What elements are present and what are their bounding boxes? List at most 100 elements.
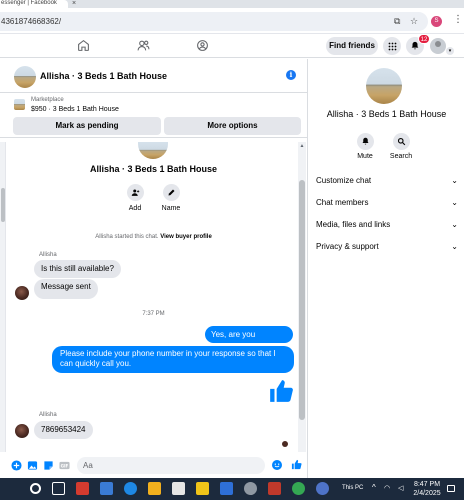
incoming-message[interactable]: 7869653424: [34, 421, 93, 439]
incoming-message[interactable]: Is this still available?: [34, 260, 121, 278]
like-thumbs-up-icon: [268, 378, 294, 404]
notification-center-icon[interactable]: [447, 485, 455, 492]
message-input[interactable]: Aa: [77, 457, 265, 474]
file-explorer-icon[interactable]: [148, 482, 161, 495]
sender-avatar[interactable]: [15, 286, 29, 300]
emoji-icon[interactable]: [272, 460, 282, 470]
taskbar-clock[interactable]: 8:47 PM 2/4/2025: [412, 480, 442, 498]
scroll-up-arrow-icon[interactable]: ▲: [298, 143, 306, 149]
volume-icon[interactable]: ◁: [398, 484, 403, 492]
chevron-down-icon: ⌄: [451, 220, 458, 229]
edge-icon[interactable]: [124, 482, 137, 495]
name-action[interactable]: Name: [161, 184, 181, 212]
conversation-title: Allisha · 3 Beds 1 Bath House: [89, 164, 218, 174]
chat-title[interactable]: Allisha · 3 Beds 1 Bath House: [40, 71, 167, 81]
browser-tab[interactable]: essenger | Facebook: [0, 0, 68, 8]
outgoing-message[interactable]: Yes, are you interested?: [205, 326, 293, 356]
app-red-icon[interactable]: [76, 482, 89, 495]
app-blue-icon[interactable]: [100, 482, 113, 495]
search-circle-icon[interactable]: [30, 483, 41, 494]
app-yellow-icon[interactable]: [196, 482, 209, 495]
search-action[interactable]: Search: [389, 133, 413, 160]
search-icon[interactable]: [392, 133, 410, 150]
mute-action[interactable]: Mute: [353, 133, 377, 160]
plus-circle-icon[interactable]: [11, 460, 22, 471]
app-active-icon[interactable]: [268, 482, 281, 495]
scrollbar-thumb[interactable]: [299, 180, 305, 420]
find-friends-button[interactable]: Find friends: [326, 37, 378, 55]
mute-label: Mute: [357, 153, 373, 160]
menu-grid-icon[interactable]: [383, 37, 401, 55]
account-caret-icon[interactable]: ▾: [446, 47, 454, 55]
mark-as-pending-button[interactable]: Mark as pending: [13, 117, 161, 135]
close-tab-icon[interactable]: ×: [72, 0, 76, 7]
media-files-links-section[interactable]: Media, files and links ⌄: [316, 217, 458, 233]
send-like-icon[interactable]: [291, 459, 302, 470]
app-round-icon[interactable]: [244, 482, 257, 495]
account-avatar[interactable]: [430, 38, 446, 54]
seen-indicator-avatar: [282, 441, 288, 447]
install-app-icon[interactable]: ⧉: [394, 16, 400, 26]
browser-menu-icon[interactable]: ⋮: [453, 14, 463, 25]
conversation-thumbnail: [138, 142, 168, 159]
message-composer: GIF Aa: [0, 452, 307, 478]
listing-avatar[interactable]: [14, 66, 36, 88]
this-pc-label[interactable]: This PC: [342, 485, 363, 491]
browser-profile-avatar[interactable]: S: [431, 16, 442, 27]
chat-details-panel: Allisha · 3 Beds 1 Bath House Mute Searc…: [307, 59, 464, 478]
chat-started-text: Allisha started this chat.: [95, 234, 159, 240]
left-scrollbar[interactable]: [0, 142, 6, 458]
sticker-icon[interactable]: [43, 460, 54, 471]
url-field[interactable]: 4361874668362/: [0, 12, 428, 31]
chat-header: Allisha · 3 Beds 1 Bath House i: [0, 59, 307, 93]
app-grey-icon[interactable]: [172, 482, 185, 495]
section-label: Customize chat: [316, 176, 372, 185]
browser-tabstrip: essenger | Facebook ×: [0, 0, 464, 8]
address-bar: 4361874668362/ ⧉ ☆ S ⋮: [0, 8, 464, 34]
task-view-icon[interactable]: [52, 482, 65, 495]
sender-avatar[interactable]: [15, 424, 29, 438]
outgoing-message[interactable]: Please include your phone number in your…: [52, 346, 294, 373]
bookmark-star-icon[interactable]: ☆: [410, 16, 418, 26]
sender-name: Allisha: [39, 252, 57, 258]
facebook-top-nav: Find friends 12 ▾: [0, 34, 464, 58]
svg-text:GIF: GIF: [61, 463, 69, 468]
tray-caret-icon[interactable]: ^: [372, 483, 376, 492]
listing-title[interactable]: $950 · 3 Beds 1 Bath House: [31, 106, 119, 113]
view-buyer-profile-link[interactable]: View buyer profile: [160, 234, 212, 240]
pencil-icon[interactable]: [162, 184, 180, 201]
details-title: Allisha · 3 Beds 1 Bath House: [326, 109, 447, 119]
listing-thumbnail[interactable]: [14, 99, 25, 110]
customize-chat-section[interactable]: Customize chat ⌄: [316, 173, 458, 189]
windows-taskbar: This PC ^ ◠ ◁ 8:47 PM 2/4/2025: [0, 478, 464, 500]
search-label: Search: [389, 153, 413, 160]
chevron-down-icon: ⌄: [451, 176, 458, 185]
bell-icon[interactable]: [356, 133, 374, 150]
groups-icon[interactable]: [192, 37, 212, 55]
chrome-icon[interactable]: [292, 482, 305, 495]
friends-icon[interactable]: [133, 37, 153, 55]
info-icon[interactable]: i: [286, 70, 296, 80]
chat-members-section[interactable]: Chat members ⌄: [316, 195, 458, 211]
privacy-support-section[interactable]: Privacy & support ⌄: [316, 239, 458, 255]
chat-started-notice: Allisha started this chat. View buyer pr…: [0, 234, 307, 240]
incoming-message[interactable]: Message sent: [34, 279, 98, 299]
details-avatar[interactable]: [366, 68, 402, 104]
add-action[interactable]: Add: [125, 184, 145, 212]
photo-icon[interactable]: [27, 460, 38, 471]
more-options-button[interactable]: More options: [164, 117, 301, 135]
home-icon[interactable]: [73, 37, 93, 55]
section-label: Chat members: [316, 198, 369, 207]
mail-icon[interactable]: [220, 482, 233, 495]
gif-icon[interactable]: GIF: [59, 460, 70, 471]
section-label: Privacy & support: [316, 242, 379, 251]
chevron-down-icon: ⌄: [451, 198, 458, 207]
chat-scrollbar[interactable]: ▲ ▼: [298, 142, 306, 458]
add-person-icon[interactable]: [126, 184, 144, 201]
add-label: Add: [128, 205, 142, 212]
clock-date: 2/4/2025: [413, 490, 441, 497]
app-globe-icon[interactable]: [316, 482, 329, 495]
wifi-icon[interactable]: ◠: [384, 484, 390, 492]
marketplace-card: Marketplace $950 · 3 Beds 1 Bath House M…: [0, 93, 307, 138]
clock-time: 8:47 PM: [413, 481, 441, 488]
